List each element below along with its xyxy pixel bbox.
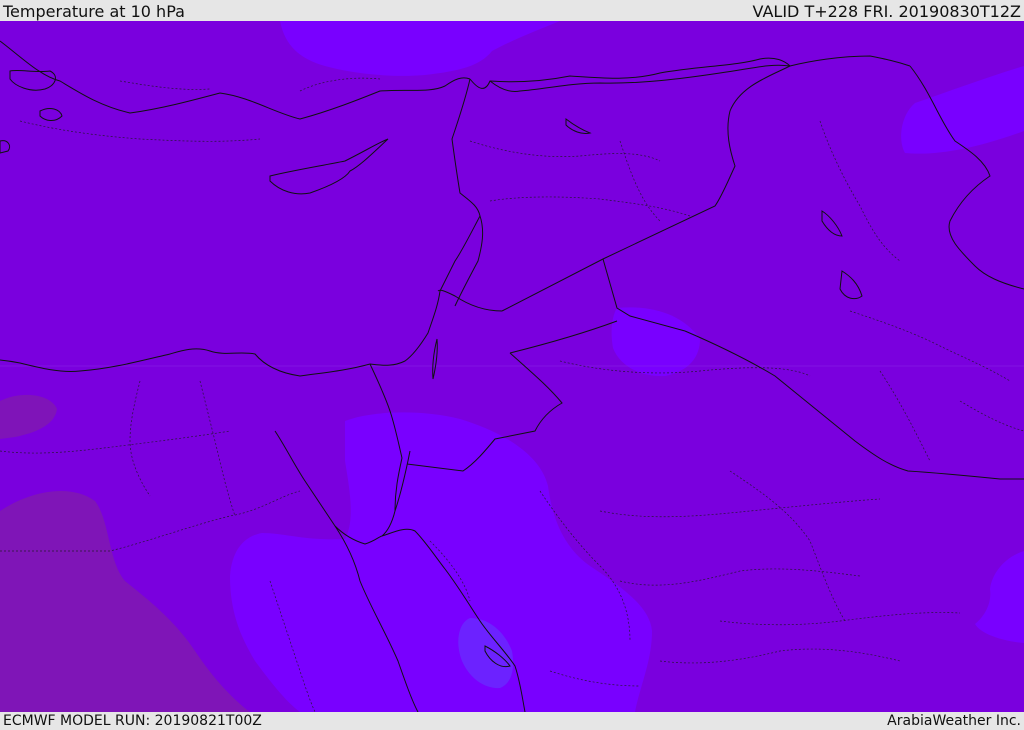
map-title: Temperature at 10 hPa — [3, 2, 185, 21]
credit: ArabiaWeather Inc. — [887, 712, 1021, 729]
weather-map[interactable] — [0, 21, 1024, 712]
map-footer: ECMWF MODEL RUN: 20190821T00Z ArabiaWeat… — [0, 712, 1024, 729]
model-run: ECMWF MODEL RUN: 20190821T00Z — [3, 712, 262, 729]
map-svg — [0, 21, 1024, 712]
valid-time: VALID T+228 FRI. 20190830T12Z — [752, 2, 1021, 21]
map-header: Temperature at 10 hPa VALID T+228 FRI. 2… — [0, 0, 1024, 21]
